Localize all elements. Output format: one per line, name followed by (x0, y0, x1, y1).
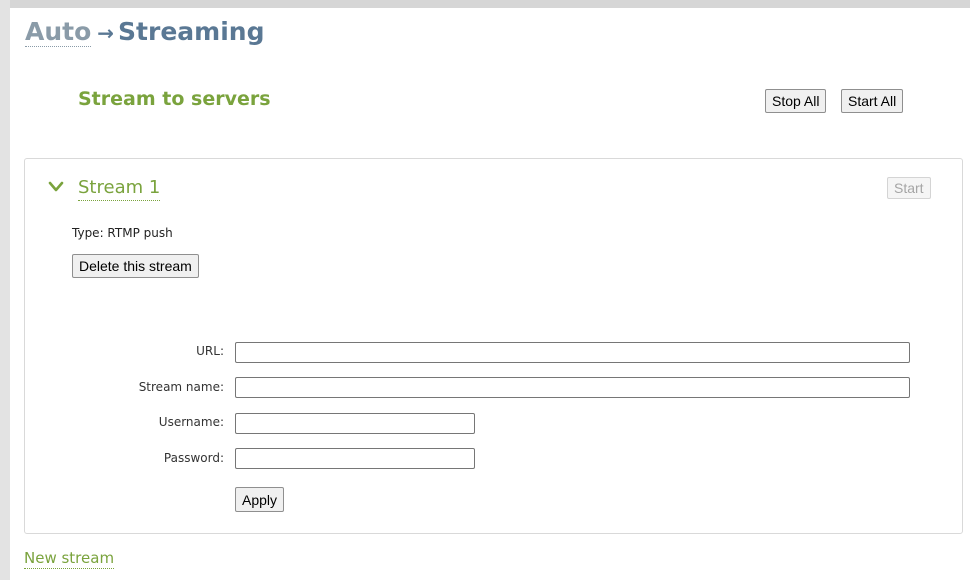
username-input[interactable] (235, 413, 475, 434)
stop-all-button[interactable]: Stop All (765, 89, 827, 113)
stream-type-label: Type: RTMP push (72, 226, 173, 240)
top-border (0, 0, 970, 8)
stream-name-input[interactable] (235, 377, 910, 398)
start-stream-button[interactable]: Start (887, 177, 931, 199)
stream-title-link[interactable]: Stream 1 (78, 176, 161, 201)
password-label: Password: (163, 451, 224, 465)
breadcrumb: Auto → Streaming (25, 16, 264, 49)
start-all-button[interactable]: Start All (841, 89, 904, 113)
delete-stream-button[interactable]: Delete this stream (72, 254, 199, 278)
username-label: Username: (158, 415, 224, 429)
chevron-down-icon[interactable] (47, 180, 65, 194)
url-input[interactable] (235, 342, 910, 363)
left-border (0, 0, 10, 580)
stream-name-label: Stream name: (138, 380, 224, 394)
breadcrumb-arrow-icon: → (97, 21, 115, 45)
apply-button[interactable]: Apply (235, 487, 285, 512)
password-input[interactable] (235, 448, 475, 469)
section-title: Stream to servers (78, 88, 271, 110)
new-stream-link[interactable]: New stream (24, 548, 115, 569)
page-title: Streaming (118, 17, 265, 46)
url-label: URL: (196, 344, 224, 358)
breadcrumb-auto-link[interactable]: Auto (25, 17, 92, 47)
